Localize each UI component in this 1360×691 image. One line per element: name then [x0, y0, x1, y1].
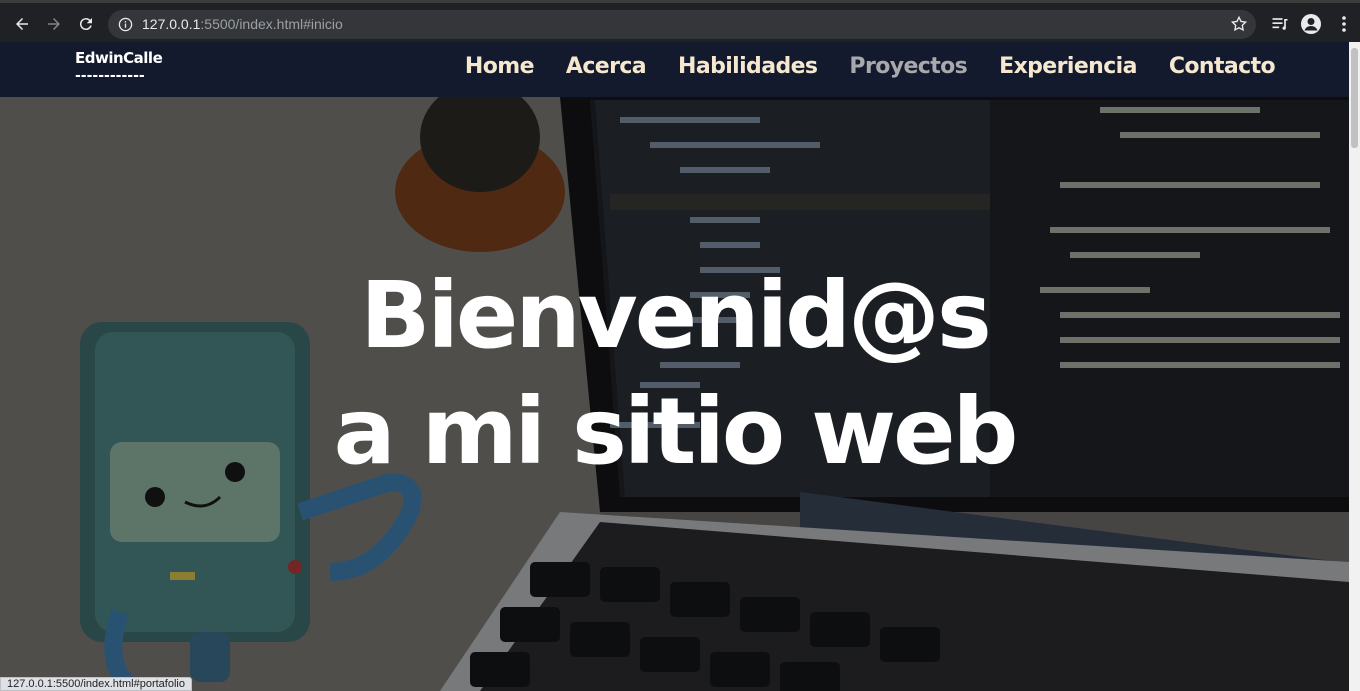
browser-toolbar: 127.0.0.1:5500/index.html#inicio — [0, 0, 1360, 42]
forward-button[interactable] — [42, 12, 66, 36]
hero-line-1: Bienvenid@s — [360, 262, 992, 369]
profile-button[interactable] — [1301, 14, 1321, 34]
url-host: 127.0.0.1 — [142, 16, 201, 32]
back-button[interactable] — [10, 12, 34, 36]
scrollbar-thumb[interactable] — [1351, 48, 1358, 148]
address-bar[interactable]: 127.0.0.1:5500/index.html#inicio — [108, 10, 1256, 39]
forward-icon — [48, 18, 60, 30]
site-header: EdwinCalle ------------ Home Acerca Habi… — [0, 42, 1349, 97]
nav-habilidades[interactable]: Habilidades — [678, 54, 818, 79]
logo-underline: ------------ — [75, 68, 145, 84]
profile-icon — [1304, 18, 1318, 31]
star-icon[interactable] — [1230, 15, 1248, 33]
reading-list-icon[interactable] — [1270, 14, 1290, 34]
info-icon[interactable] — [118, 17, 133, 32]
url-path: :5500/index.html#inicio — [200, 16, 343, 32]
back-icon — [16, 18, 28, 30]
nav-acerca[interactable]: Acerca — [566, 54, 647, 79]
reload-button[interactable] — [74, 12, 98, 36]
url-text[interactable]: 127.0.0.1:5500/index.html#inicio — [142, 16, 343, 32]
reload-icon — [79, 18, 92, 31]
status-bubble: 127.0.0.1:5500/index.html#portafolio — [0, 677, 192, 691]
site-logo[interactable]: EdwinCalle — [75, 49, 163, 67]
nav-home[interactable]: Home — [465, 54, 535, 79]
main-nav: Home Acerca Habilidades Proyectos Experi… — [465, 54, 1276, 79]
page-scrollbar[interactable] — [1349, 42, 1360, 691]
page-viewport: EdwinCalle ------------ Home Acerca Habi… — [0, 42, 1349, 691]
menu-dots-icon[interactable] — [1334, 14, 1354, 34]
nav-experiencia[interactable]: Experiencia — [999, 54, 1137, 79]
hero-line-2: a mi sitio web — [333, 378, 1019, 485]
hero-heading: Bienvenid@s a mi sitio web — [0, 258, 1349, 490]
nav-contacto[interactable]: Contacto — [1169, 54, 1276, 79]
nav-proyectos[interactable]: Proyectos — [849, 54, 967, 79]
